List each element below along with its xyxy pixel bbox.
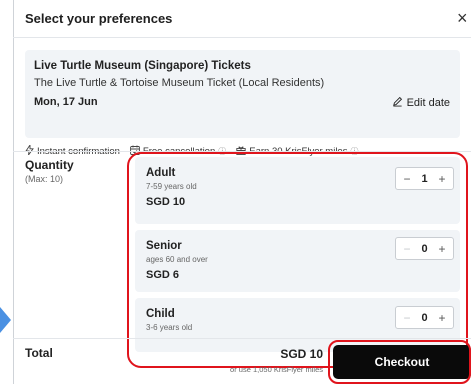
pencil-icon [392, 96, 403, 110]
stepper-value: 0 [421, 311, 428, 324]
minus-button[interactable]: − [401, 243, 413, 255]
quantity-max: (Max: 10) [25, 174, 64, 184]
dialog-title: Select your preferences [25, 11, 173, 26]
pointer-arrow-icon [0, 307, 11, 333]
plus-button[interactable]: + [436, 243, 448, 255]
divider [13, 151, 471, 152]
edit-date-label: Edit date [406, 97, 450, 109]
row-subtitle: ages 60 and over [146, 255, 208, 264]
dialog-header: Select your preferences × [13, 0, 471, 38]
quantity-stepper-senior: − 0 + [395, 237, 454, 260]
plus-button[interactable]: + [436, 312, 448, 324]
total-price: SGD 10 [280, 347, 323, 361]
row-price: SGD 6 [146, 269, 180, 281]
plus-button[interactable]: + [436, 173, 448, 185]
stepper-value: 1 [421, 172, 428, 185]
row-name: Adult [146, 167, 176, 179]
row-subtitle: 3-6 years old [146, 323, 193, 332]
row-name: Child [146, 308, 175, 320]
checkout-button[interactable]: Checkout [333, 345, 471, 379]
quantity-stepper-child: − 0 + [395, 306, 454, 329]
row-price: SGD 10 [146, 196, 186, 208]
ticket-summary: Live Turtle Museum (Singapore) Tickets T… [25, 50, 460, 138]
total-miles-alternative: or use 1,050 KrisFlyer miles [230, 365, 323, 374]
total-label: Total [25, 346, 53, 360]
row-subtitle: 7-59 years old [146, 182, 197, 191]
ticket-row-senior: Senior ages 60 and over SGD 6 − 0 + [135, 230, 460, 292]
row-name: Senior [146, 240, 182, 252]
ticket-title: Live Turtle Museum (Singapore) Tickets [34, 60, 251, 72]
ticket-row-adult: Adult 7-59 years old SGD 10 − 1 + [135, 157, 460, 224]
quantity-label: Quantity [25, 158, 74, 172]
stepper-value: 0 [421, 242, 428, 255]
quantity-stepper-adult: − 1 + [395, 167, 454, 190]
edit-date-button[interactable]: Edit date [392, 96, 450, 110]
close-icon[interactable]: × [457, 8, 471, 28]
minus-button[interactable]: − [401, 312, 413, 324]
ticket-subtitle: The Live Turtle & Tortoise Museum Ticket… [34, 77, 325, 89]
ticket-row-child: Child 3-6 years old − 0 + [135, 298, 460, 352]
minus-button[interactable]: − [401, 173, 413, 185]
divider [13, 338, 471, 339]
ticket-date: Mon, 17 Jun [34, 96, 98, 108]
